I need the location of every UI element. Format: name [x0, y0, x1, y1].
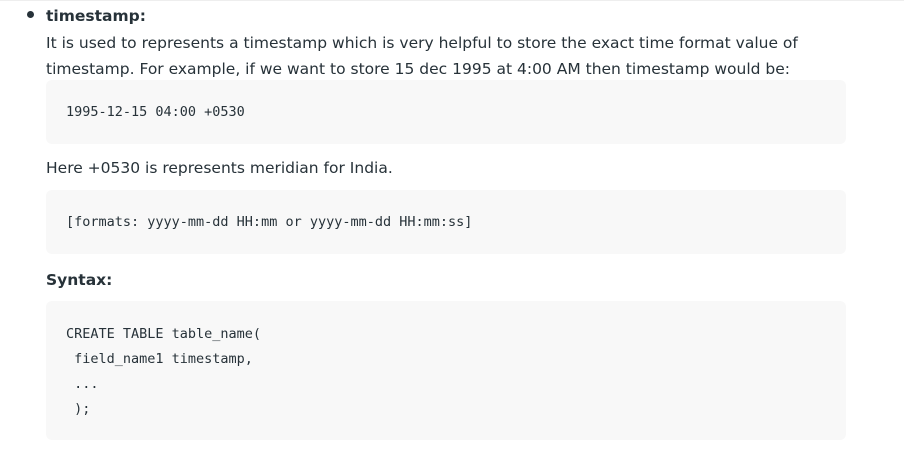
syntax-code-line: );: [66, 401, 91, 417]
syntax-heading: Syntax:: [46, 271, 113, 289]
syntax-code-line: field_name1 timestamp,: [66, 351, 253, 367]
example-code-block: 1995-12-15 04:00 +0530: [46, 80, 846, 144]
formats-code: [formats: yyyy-mm-dd HH:mm or yyyy-mm-dd…: [66, 214, 473, 230]
example-code: 1995-12-15 04:00 +0530: [66, 104, 245, 120]
syntax-code-line: CREATE TABLE table_name(: [66, 326, 262, 342]
syntax-code-block: CREATE TABLE table_name( field_name1 tim…: [46, 301, 846, 440]
bullet-icon: [27, 11, 34, 18]
formats-code-block: [formats: yyyy-mm-dd HH:mm or yyyy-mm-dd…: [46, 190, 846, 254]
term-heading: timestamp:: [46, 7, 146, 25]
meridian-note: Here +0530 is represents meridian for In…: [46, 159, 393, 177]
top-divider: [0, 0, 904, 1]
syntax-code-line: ...: [66, 376, 99, 392]
description-line-1: It is used to represents a timestamp whi…: [46, 34, 798, 52]
description-line-2: timestamp. For example, if we want to st…: [46, 60, 790, 78]
